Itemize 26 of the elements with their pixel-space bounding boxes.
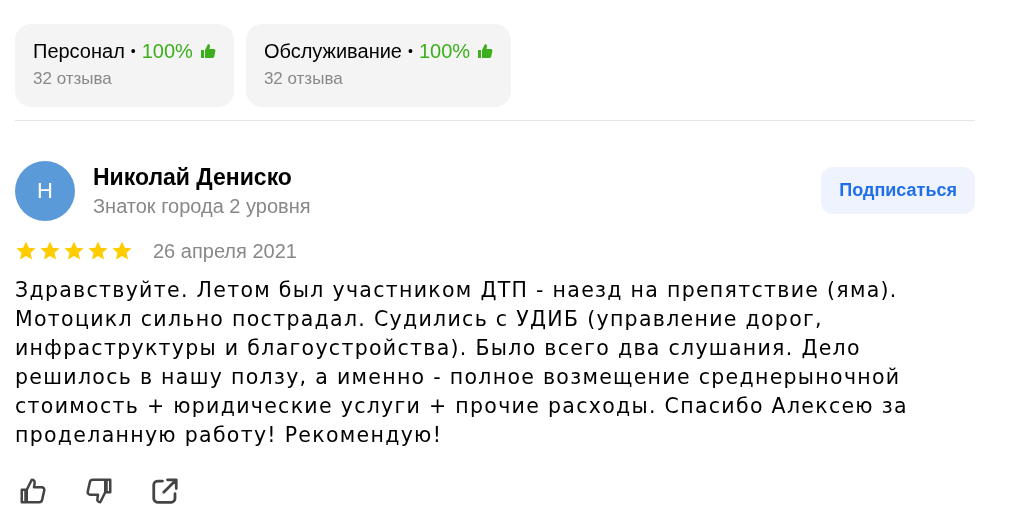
- star-icon: [111, 240, 133, 262]
- review-date: 26 апреля 2021: [153, 239, 297, 263]
- aspect-name: Персонал: [33, 39, 125, 63]
- review-count: 32 отзыва: [33, 69, 113, 89]
- aspect-percent: 100%: [141, 39, 193, 63]
- aspect-card[interactable]: Персонал • 100% 32 отзыва: [15, 24, 234, 107]
- aspect-percent: 100%: [418, 39, 471, 63]
- share-icon[interactable]: [150, 476, 180, 505]
- separator-dot: •: [408, 42, 413, 61]
- thumbs-up-icon: [199, 43, 216, 59]
- star-icon: [15, 240, 37, 262]
- star-icon: [39, 240, 61, 262]
- star-icon: [87, 240, 109, 262]
- review-count: 32 отзыва: [263, 69, 344, 89]
- subscribe-button[interactable]: Подписаться: [821, 167, 975, 214]
- avatar: Н: [15, 161, 75, 221]
- aspect-card[interactable]: Обслуживание • 100% 32 отзыва: [245, 24, 512, 107]
- author-name[interactable]: Николай Дениско: [93, 165, 822, 189]
- separator-dot: •: [130, 42, 136, 61]
- review-text: Здравствуйте. Летом был участником ДТП - наезд на препятствие (яма). Мотоцикл сильно пострадал. Судились с УДИБ (управление дорог, инфраструктуры и благоустройства). Было всего два слушания. Дело решилось в нашу ползу, а именно - полное возмещение среднерыночной стоимость + юридические услуги + прочие расходы. Спасибо Алексею за проделанную работу! Рекомендую!: [15, 277, 909, 449]
- dislike-icon[interactable]: [84, 476, 114, 505]
- aspect-name: Обслуживание: [263, 39, 402, 63]
- like-icon[interactable]: [18, 476, 48, 505]
- author-level: Знаток города 2 уровня: [93, 195, 312, 218]
- thumbs-up-icon: [477, 43, 494, 59]
- star-icon: [63, 240, 85, 262]
